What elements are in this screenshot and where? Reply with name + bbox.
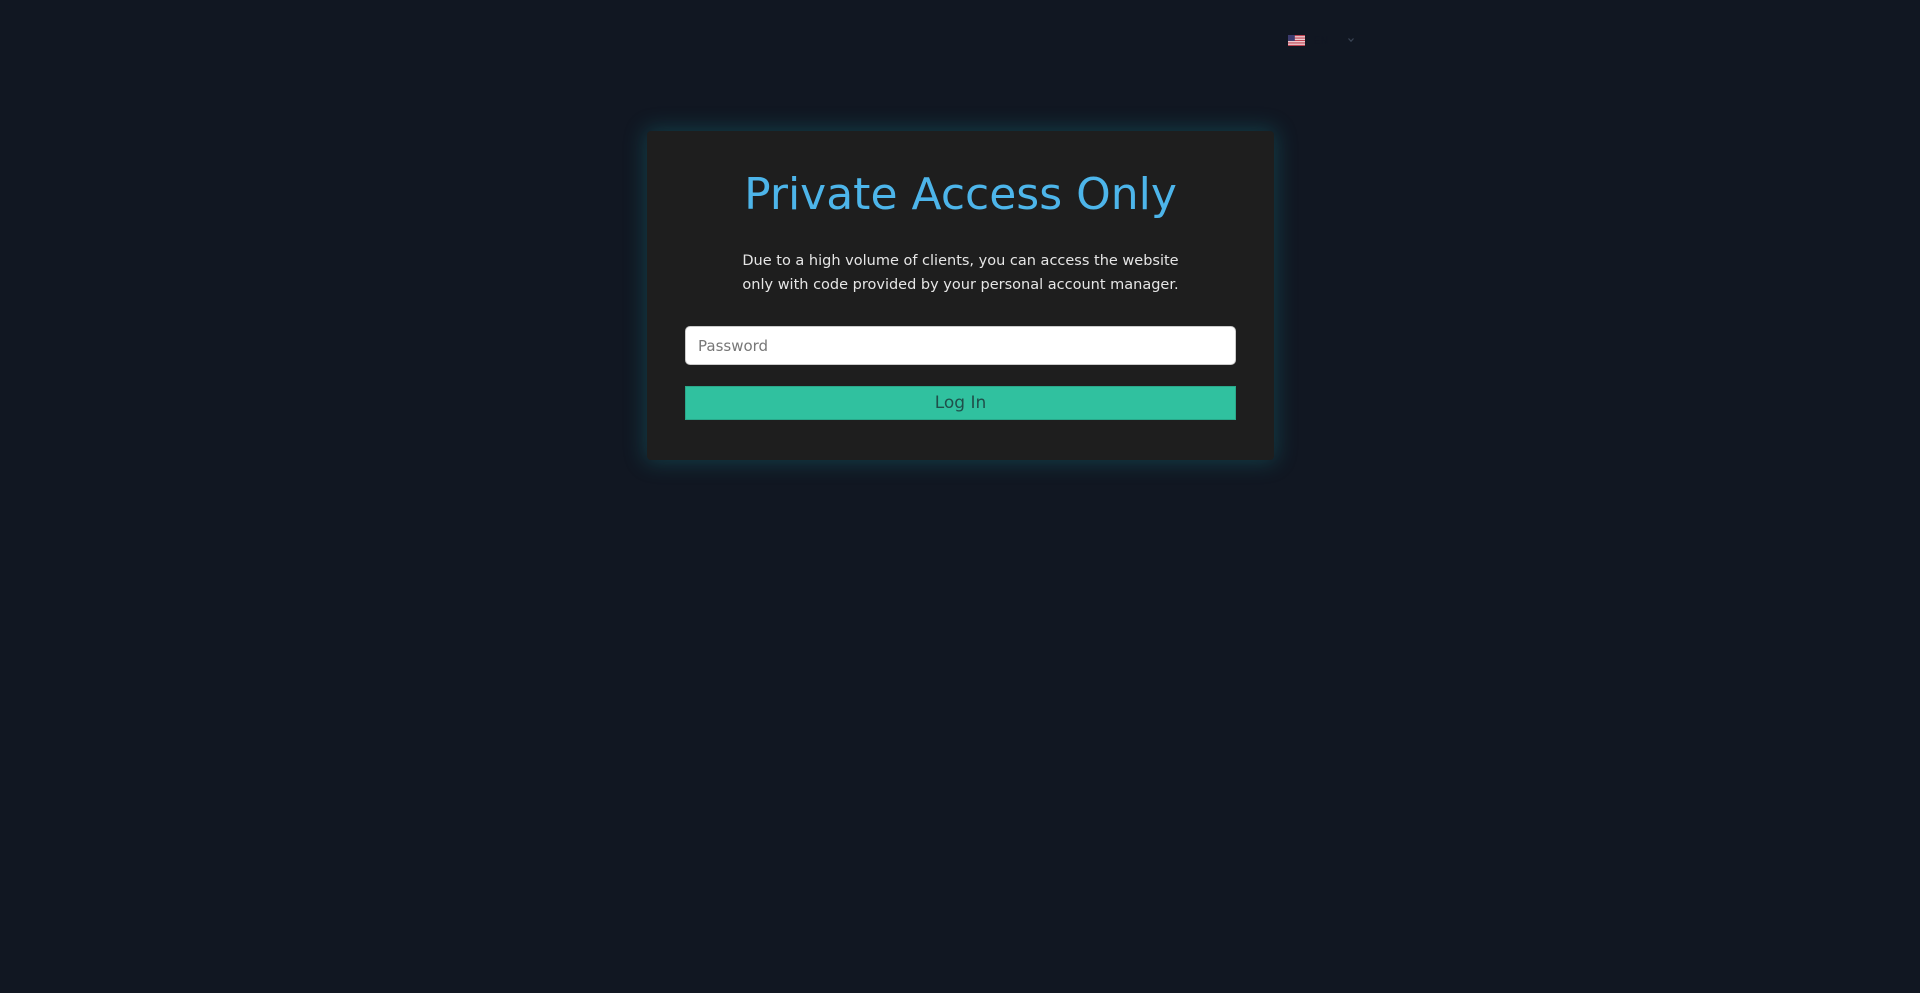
- us-flag-icon: [1288, 34, 1305, 46]
- description-line-1: Due to a high volume of clients, you can…: [742, 253, 1179, 269]
- login-card: Private Access Only Due to a high volume…: [647, 131, 1274, 460]
- page-title: Private Access Only: [744, 169, 1177, 220]
- description-line-2: only with code provided by your personal…: [742, 277, 1179, 293]
- language-switcher[interactable]: EN: [1284, 31, 1359, 49]
- password-input[interactable]: [685, 326, 1236, 365]
- login-button[interactable]: Log In: [685, 386, 1236, 420]
- chevron-down-icon: [1348, 38, 1354, 43]
- access-description: Due to a high volume of clients, you can…: [647, 249, 1274, 297]
- language-code: EN: [1313, 33, 1329, 47]
